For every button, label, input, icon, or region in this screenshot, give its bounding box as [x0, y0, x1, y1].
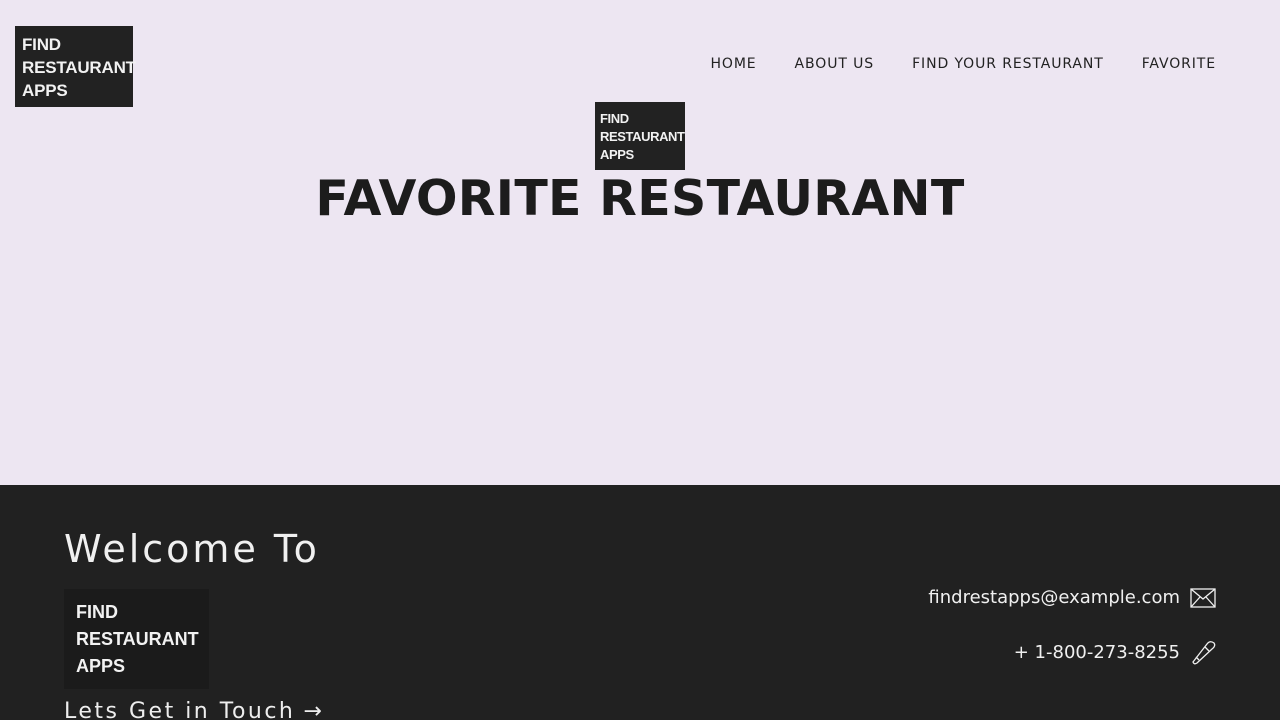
footer: Welcome To FIND RESTAURANT APPS Lets Get…	[0, 485, 1280, 720]
arrow-right-icon: →	[303, 699, 325, 720]
logo-line: APPS	[76, 656, 126, 676]
footer-welcome-heading: Welcome To	[64, 527, 320, 571]
footer-logo: FIND RESTAURANT APPS	[64, 589, 209, 689]
logo-line: FIND	[22, 35, 61, 54]
phone-number: + 1-800-273-8255	[1013, 641, 1180, 663]
header-logo[interactable]: FIND RESTAURANT APPS	[15, 26, 136, 107]
contact-email[interactable]: findrestapps@example.com	[928, 587, 1216, 608]
nav-favorite[interactable]: FAVORITE	[1142, 56, 1216, 72]
logo-line: FIND	[600, 111, 629, 126]
main-nav: HOME ABOUT US FIND YOUR RESTAURANT FAVOR…	[710, 56, 1216, 72]
envelope-icon	[1190, 587, 1216, 608]
logo-line: RESTAURANT	[76, 629, 199, 649]
email-address: findrestapps@example.com	[928, 587, 1180, 608]
nav-about-us[interactable]: ABOUT US	[795, 56, 875, 72]
get-in-touch-label: Lets Get in Touch	[64, 699, 296, 720]
logo-line: FIND	[76, 602, 118, 622]
nav-find-your-restaurant[interactable]: FIND YOUR RESTAURANT	[912, 56, 1104, 72]
contact-phone[interactable]: + 1-800-273-8255	[1014, 639, 1216, 665]
logo-line: RESTAURANT	[600, 129, 685, 144]
get-in-touch-link[interactable]: Lets Get in Touch →	[64, 699, 324, 720]
logo-line: APPS	[22, 81, 68, 100]
hero-logo: FIND RESTAURANT APPS	[595, 102, 685, 170]
page-title: FAVORITE RESTAURANT	[315, 170, 965, 227]
phone-icon	[1190, 639, 1216, 665]
page: FIND RESTAURANT APPS HOME ABOUT US FIND …	[0, 0, 1280, 720]
nav-home[interactable]: HOME	[710, 56, 756, 72]
logo-line: RESTAURANT	[22, 58, 136, 77]
logo-line: APPS	[600, 147, 634, 162]
